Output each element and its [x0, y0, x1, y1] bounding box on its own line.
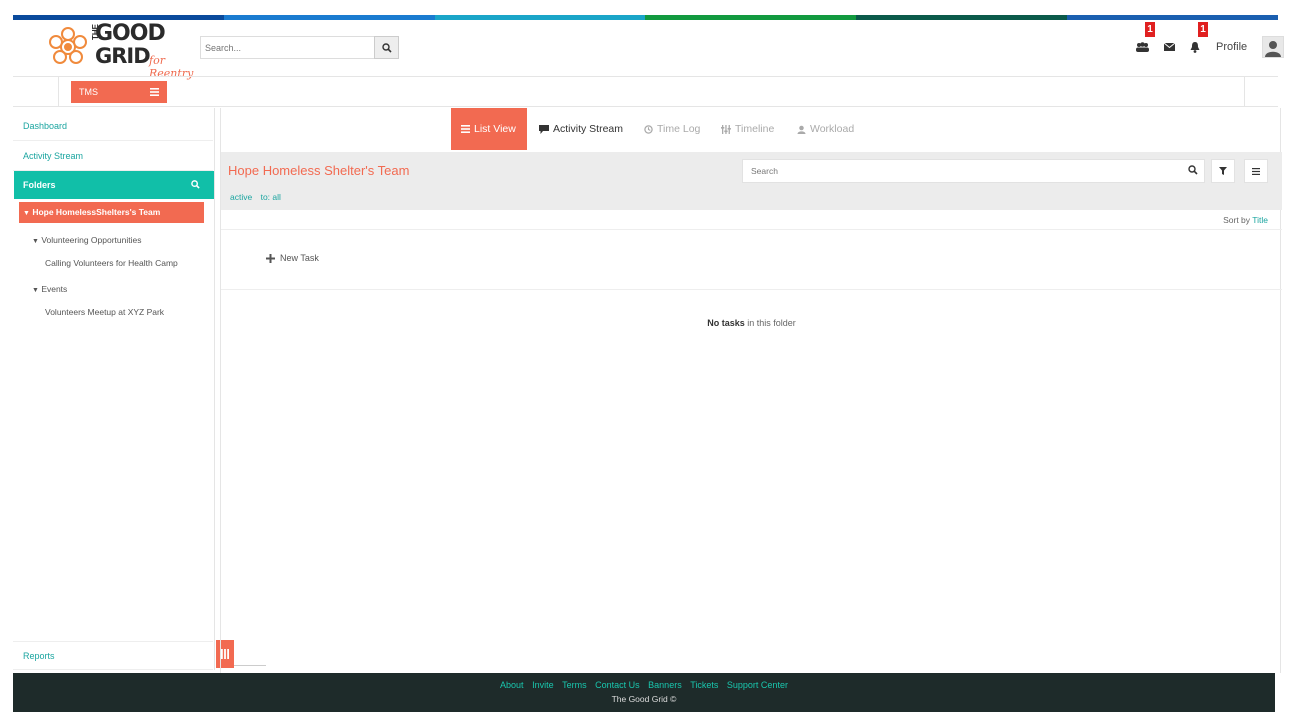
empty-state-bold: No tasks: [707, 318, 745, 328]
caret-down-icon: ▼: [23, 210, 30, 217]
empty-state-text: in this folder: [744, 318, 796, 328]
groups-icon: [1135, 42, 1149, 52]
sidebar-item-activity-stream[interactable]: Activity Stream: [13, 141, 213, 171]
global-search-input[interactable]: [200, 36, 374, 59]
bell-icon: [1190, 41, 1200, 53]
footer-link-contact-us[interactable]: Contact Us: [595, 680, 640, 690]
footer-link-about[interactable]: About: [500, 680, 524, 690]
notifications-badge: 1: [1198, 22, 1208, 37]
footer-copyright: The Good Grid ©: [611, 694, 677, 704]
top-header: THE GOOD GRID for Reentry 1 1 Profile: [13, 20, 1284, 80]
tab-activity-stream[interactable]: Activity Stream: [529, 108, 633, 150]
new-task-row: New Task: [221, 230, 1282, 290]
footer-link-invite[interactable]: Invite: [532, 680, 554, 690]
folder-title: Hope Homeless Shelter's Team: [228, 163, 410, 178]
profile-link[interactable]: Profile: [1216, 41, 1247, 53]
caret-down-icon: ▼: [32, 238, 39, 245]
logo-word-good: GOOD: [95, 21, 166, 46]
filter-icon: [1219, 167, 1227, 175]
sort-field-link[interactable]: Title: [1252, 215, 1268, 225]
folder-search-input[interactable]: Search: [742, 159, 1205, 183]
sort-label: Sort by: [1223, 215, 1251, 225]
tab-label: Activity Stream: [553, 123, 624, 135]
flower-logo-icon: [49, 27, 87, 64]
caret-down-icon: ▼: [32, 287, 39, 294]
logo[interactable]: THE GOOD GRID for Reentry: [45, 21, 205, 80]
assignee-filter[interactable]: to: all: [261, 192, 281, 202]
folder-item-label: Events: [41, 284, 68, 294]
empty-state-message: No tasks in this folder: [221, 318, 1282, 328]
sliders-icon: [721, 124, 731, 134]
status-filter[interactable]: active: [230, 192, 252, 202]
divider: [58, 77, 59, 107]
folder-header: Hope Homeless Shelter's Team active to: …: [221, 152, 1282, 210]
avatar[interactable]: [1262, 36, 1284, 58]
footer-link-terms[interactable]: Terms: [562, 680, 587, 690]
plus-icon: [266, 253, 275, 263]
list-icon: [461, 125, 470, 133]
messages-button[interactable]: [1162, 40, 1176, 54]
filter-button[interactable]: [1211, 159, 1235, 183]
hamburger-icon: [150, 88, 159, 96]
sidebar: Dashboard Activity Stream Folders ▼ Hope…: [13, 108, 215, 670]
new-task-button[interactable]: New Task: [266, 253, 319, 263]
folder-item-meetup[interactable]: Volunteers Meetup at XYZ Park: [45, 307, 164, 317]
folder-item-label: Hope HomelessShelters's Team: [32, 207, 161, 217]
folder-item-events[interactable]: ▼ Events: [32, 284, 67, 294]
sub-navigation-bar: TMS: [13, 76, 1278, 107]
tab-label: List View: [474, 123, 516, 135]
folder-item-team[interactable]: ▼ Hope HomelessShelters's Team: [19, 202, 204, 223]
folders-label: Folders: [23, 180, 56, 190]
folder-filters: active to: all: [230, 192, 287, 202]
tab-timeline[interactable]: Timeline: [711, 108, 784, 150]
footer-links: About Invite Terms Contact Us Banners Ti…: [13, 680, 1275, 690]
tab-list-view[interactable]: List View: [451, 108, 527, 150]
tab-label: Timeline: [735, 123, 775, 135]
header-actions: 1 1 Profile: [1058, 20, 1284, 76]
search-icon: [381, 42, 392, 53]
footer: About Invite Terms Contact Us Banners Ti…: [13, 673, 1275, 712]
folder-item-label: Volunteering Opportunities: [41, 235, 142, 245]
search-icon[interactable]: [1188, 165, 1198, 175]
tab-workload[interactable]: Workload: [787, 108, 864, 150]
tms-label: TMS: [79, 87, 98, 97]
sort-row: Sort by Title: [221, 210, 1282, 230]
divider: [1244, 77, 1245, 107]
sidebar-item-dashboard[interactable]: Dashboard: [13, 111, 213, 141]
hamburger-icon: [1252, 167, 1260, 175]
search-icon[interactable]: [191, 180, 200, 189]
new-task-label: New Task: [280, 253, 319, 263]
notifications-button[interactable]: [1188, 40, 1202, 54]
tab-label: Workload: [810, 123, 855, 135]
folders-header[interactable]: Folders: [14, 171, 214, 199]
envelope-icon: [1163, 43, 1175, 51]
main-panel: List View Activity Stream Time Log Timel…: [220, 108, 1282, 673]
sidebar-item-reports[interactable]: Reports: [13, 641, 213, 670]
groups-button[interactable]: [1135, 40, 1149, 54]
footer-link-banners[interactable]: Banners: [648, 680, 682, 690]
view-tabs: List View Activity Stream Time Log Timel…: [221, 108, 1282, 152]
groups-badge: 1: [1145, 22, 1155, 37]
folder-item-volunteering[interactable]: ▼ Volunteering Opportunities: [32, 235, 142, 245]
clock-icon: [644, 124, 653, 134]
folder-item-health-camp[interactable]: Calling Volunteers for Health Camp: [45, 258, 178, 268]
tab-time-log[interactable]: Time Log: [634, 108, 710, 150]
footer-link-support-center[interactable]: Support Center: [727, 680, 788, 690]
tms-menu-button[interactable]: TMS: [71, 81, 167, 103]
global-search: [200, 36, 399, 59]
options-menu-button[interactable]: [1244, 159, 1268, 183]
user-icon: [797, 125, 806, 134]
comment-icon: [539, 124, 549, 134]
footer-link-tickets[interactable]: Tickets: [690, 680, 718, 690]
folder-search-placeholder: Search: [751, 166, 778, 176]
logo-word-grid: GRID: [95, 44, 151, 68]
tab-label: Time Log: [657, 123, 701, 135]
user-icon: [1265, 41, 1281, 57]
global-search-button[interactable]: [374, 36, 399, 59]
